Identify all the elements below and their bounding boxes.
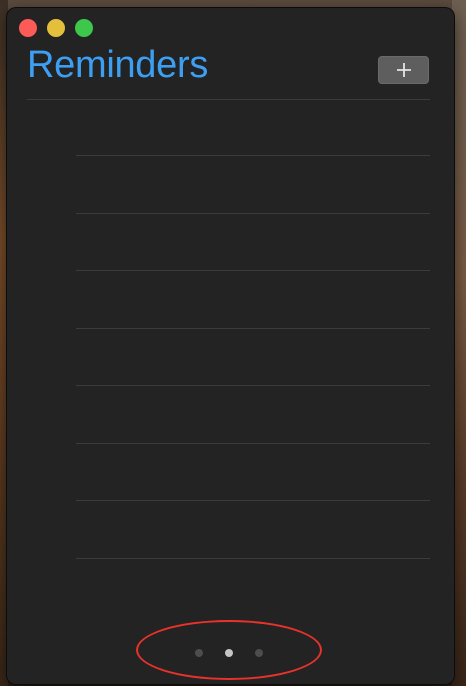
reminders-window: Reminders bbox=[7, 8, 454, 684]
title-divider bbox=[27, 99, 430, 100]
traffic-lights bbox=[19, 19, 93, 37]
page-title: Reminders bbox=[27, 44, 209, 86]
reminder-row-separator bbox=[76, 328, 430, 329]
reminder-row-separator bbox=[76, 270, 430, 271]
reminder-row-separator bbox=[76, 443, 430, 444]
reminder-row-separator bbox=[76, 213, 430, 214]
reminder-row-separator bbox=[76, 558, 430, 559]
zoom-window-button[interactable] bbox=[75, 19, 93, 37]
close-window-button[interactable] bbox=[19, 19, 37, 37]
desktop-background-right bbox=[452, 0, 466, 686]
page-dot-2[interactable] bbox=[225, 649, 233, 657]
reminder-row-separator bbox=[76, 500, 430, 501]
add-reminder-button[interactable] bbox=[378, 56, 429, 84]
page-indicator bbox=[195, 649, 263, 657]
page-dot-3[interactable] bbox=[255, 649, 263, 657]
reminder-row-separator bbox=[76, 385, 430, 386]
reminder-row-separator bbox=[76, 155, 430, 156]
plus-icon bbox=[396, 63, 411, 77]
page-dot-1[interactable] bbox=[195, 649, 203, 657]
minimize-window-button[interactable] bbox=[47, 19, 65, 37]
